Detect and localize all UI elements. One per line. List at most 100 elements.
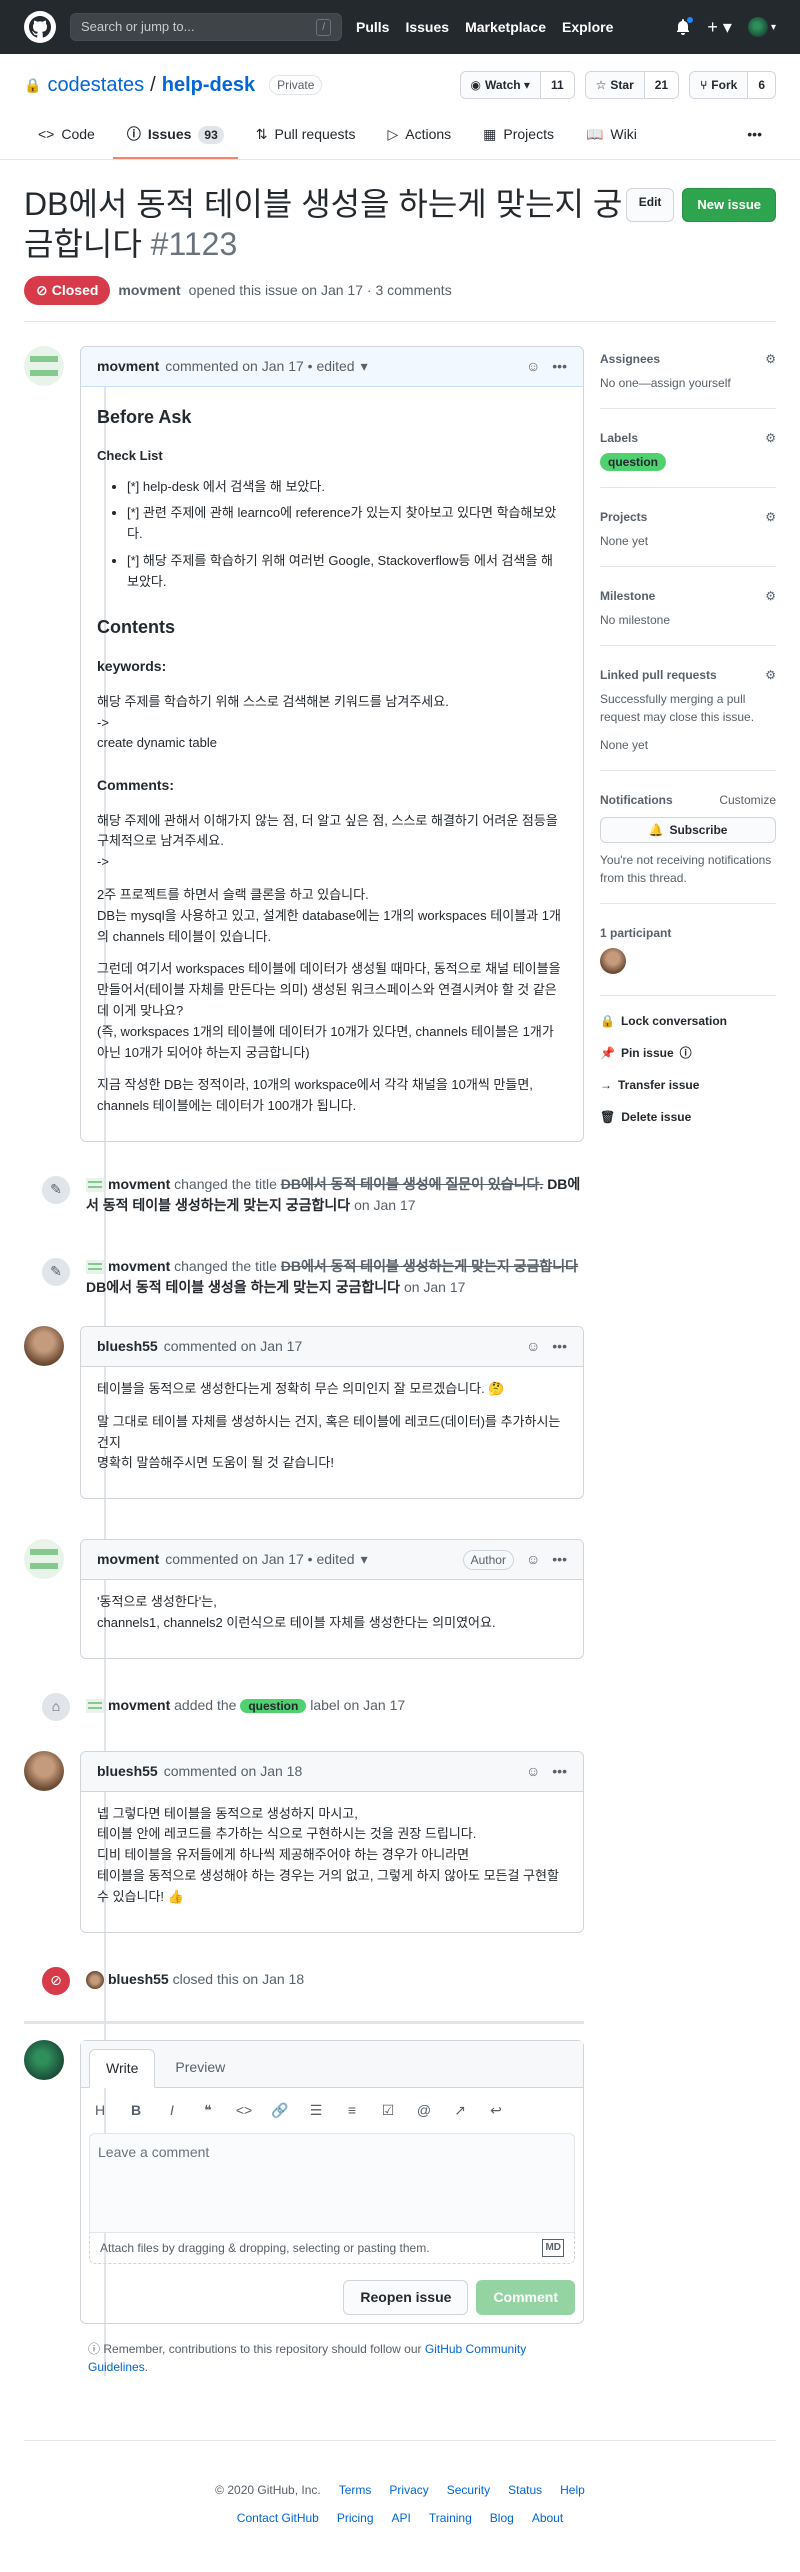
assign-yourself-link[interactable]: No one—assign yourself [600, 374, 776, 392]
gear-icon[interactable]: ⚙ [765, 429, 776, 447]
comment-button[interactable]: Comment [476, 2279, 575, 2315]
bold-icon[interactable]: B [127, 2100, 145, 2121]
italic-icon[interactable]: I [163, 2100, 181, 2121]
footer-link[interactable]: Status [508, 2481, 542, 2499]
task-list-icon[interactable]: ☑ [379, 2100, 397, 2121]
repo-name-link[interactable]: help-desk [162, 70, 255, 100]
chevron-down-icon[interactable]: ▾ [361, 1549, 368, 1570]
comment-body: '동적으로 생성한다'는, channels1, channels2 이런식으로 … [97, 1594, 496, 1630]
github-logo-icon[interactable] [24, 11, 56, 43]
comment-4: bluesh55 commented on Jan 18 ☺ ••• 넵 그렇다면 … [24, 1750, 584, 1933]
info-icon: ⓘ [679, 1046, 692, 1060]
footer-link[interactable]: Terms [339, 2481, 372, 2499]
attach-files-bar[interactable]: Attach files by dragging & dropping, sel… [89, 2232, 575, 2264]
footer-link[interactable]: Security [447, 2481, 490, 2499]
tab-issues[interactable]: ⓘ Issues 93 [112, 116, 238, 159]
tab-projects[interactable]: ▦ Projects [469, 116, 568, 159]
subscribe-button[interactable]: 🔔 Subscribe [600, 817, 776, 843]
transfer-issue-button[interactable]: → Transfer issue [600, 1076, 776, 1094]
smiley-icon[interactable]: ☺ [526, 356, 540, 377]
footer-link[interactable]: Contact GitHub [237, 2509, 319, 2527]
star-icon: ☆ [595, 78, 607, 92]
tab-pull-requests[interactable]: ⇅ Pull requests [242, 116, 370, 159]
star-count[interactable]: 21 [643, 72, 679, 98]
nav-pulls[interactable]: Pulls [356, 17, 389, 38]
tab-wiki[interactable]: 📖 Wiki [572, 116, 651, 159]
search-input[interactable]: Search or jump to... / [70, 13, 342, 41]
smiley-icon[interactable]: ☺ [526, 1336, 540, 1357]
kebab-menu-icon[interactable]: ••• [552, 1761, 567, 1782]
milestone-section: Milestone ⚙ No milestone [600, 583, 776, 646]
mention-icon[interactable]: @ [415, 2100, 433, 2121]
comment-author[interactable]: bluesh55 [97, 1761, 158, 1782]
question-label[interactable]: question [240, 1698, 307, 1713]
reply-icon[interactable]: ↩ [487, 2100, 505, 2121]
comment-textarea[interactable]: Leave a comment [89, 2132, 575, 2233]
issue-author[interactable]: movment [118, 280, 180, 301]
pin-issue-button[interactable]: 📌 Pin issue ⓘ [600, 1044, 776, 1062]
footer-link[interactable]: About [532, 2509, 563, 2527]
avatar[interactable] [24, 1325, 64, 1366]
kebab-menu-icon[interactable]: ••• [552, 1549, 567, 1570]
participant-avatar[interactable] [600, 948, 626, 974]
bell-icon: 🔔 [648, 823, 664, 837]
nav-issues[interactable]: Issues [405, 17, 449, 38]
tag-icon: ⌂ [40, 1690, 72, 1723]
link-icon[interactable]: 🔗 [271, 2100, 289, 2121]
footer-link[interactable]: Blog [490, 2509, 514, 2527]
watch-count[interactable]: 11 [539, 72, 574, 98]
lock-conversation-button[interactable]: 🔒 Lock conversation [600, 1012, 776, 1030]
write-tab[interactable]: Write [89, 2048, 156, 2088]
footer-link[interactable]: Training [429, 2509, 472, 2527]
comment-author[interactable]: bluesh55 [97, 1336, 158, 1357]
fork-button[interactable]: ⑂ Fork 6 [689, 71, 776, 99]
smiley-icon[interactable]: ☺ [526, 1549, 540, 1570]
heading-icon[interactable]: H [91, 2100, 109, 2121]
comment-author[interactable]: movment [97, 356, 159, 377]
question-label[interactable]: question [600, 453, 666, 471]
tab-code[interactable]: <> Code [24, 116, 109, 159]
nav-explore[interactable]: Explore [562, 17, 613, 38]
more-tabs-icon[interactable]: ••• [733, 116, 776, 159]
ordered-list-icon[interactable]: ≡ [343, 2100, 361, 2121]
smiley-icon[interactable]: ☺ [526, 1761, 540, 1782]
pencil-icon: ✎ [40, 1255, 72, 1288]
gear-icon[interactable]: ⚙ [765, 350, 776, 368]
fork-count[interactable]: 6 [747, 72, 775, 98]
kebab-menu-icon[interactable]: ••• [552, 356, 567, 377]
footer-link[interactable]: Help [560, 2481, 585, 2499]
issue-meta-text: opened this issue on Jan 17 · 3 comments [188, 282, 452, 298]
quote-icon[interactable]: ❝ [199, 2100, 217, 2121]
avatar[interactable] [24, 346, 64, 386]
footer-link[interactable]: API [392, 2509, 411, 2527]
customize-link[interactable]: Customize [719, 791, 776, 809]
edit-title-button[interactable]: Edit [625, 188, 675, 222]
chevron-down-icon[interactable]: ▾ [361, 356, 368, 377]
repo-owner-link[interactable]: codestates [47, 70, 144, 100]
repo-actions: ◉ Watch ▾ 11 ☆ Star 21 ⑂ Fork 6 [459, 71, 776, 99]
tab-actions[interactable]: ▷ Actions [373, 116, 465, 159]
gear-icon[interactable]: ⚙ [765, 508, 776, 526]
avatar[interactable] [24, 1750, 64, 1791]
footer-link[interactable]: Privacy [389, 2481, 428, 2499]
create-new-icon[interactable]: + ▾ [707, 14, 732, 41]
new-issue-button[interactable]: New issue [682, 188, 776, 222]
footer-link[interactable]: Pricing [337, 2509, 374, 2527]
unordered-list-icon[interactable]: ☰ [307, 2100, 325, 2121]
kebab-menu-icon[interactable]: ••• [552, 1336, 567, 1357]
star-button[interactable]: ☆ Star 21 [584, 71, 680, 99]
comment-author[interactable]: movment [97, 1549, 159, 1570]
preview-tab[interactable]: Preview [159, 2049, 241, 2087]
notifications-bell-icon[interactable] [675, 16, 695, 35]
pencil-icon: ✎ [40, 1173, 72, 1206]
nav-marketplace[interactable]: Marketplace [465, 17, 546, 38]
watch-button[interactable]: ◉ Watch ▾ 11 [459, 71, 575, 99]
avatar[interactable] [24, 1539, 64, 1580]
gear-icon[interactable]: ⚙ [765, 587, 776, 605]
cross-reference-icon[interactable]: ↗ [451, 2100, 469, 2121]
user-avatar-menu[interactable]: ▾ [747, 17, 776, 37]
code-icon[interactable]: <> [235, 2100, 253, 2121]
reopen-issue-button[interactable]: Reopen issue [343, 2279, 469, 2315]
gear-icon[interactable]: ⚙ [765, 666, 776, 684]
delete-issue-button[interactable]: 🗑 Delete issue [600, 1108, 776, 1126]
